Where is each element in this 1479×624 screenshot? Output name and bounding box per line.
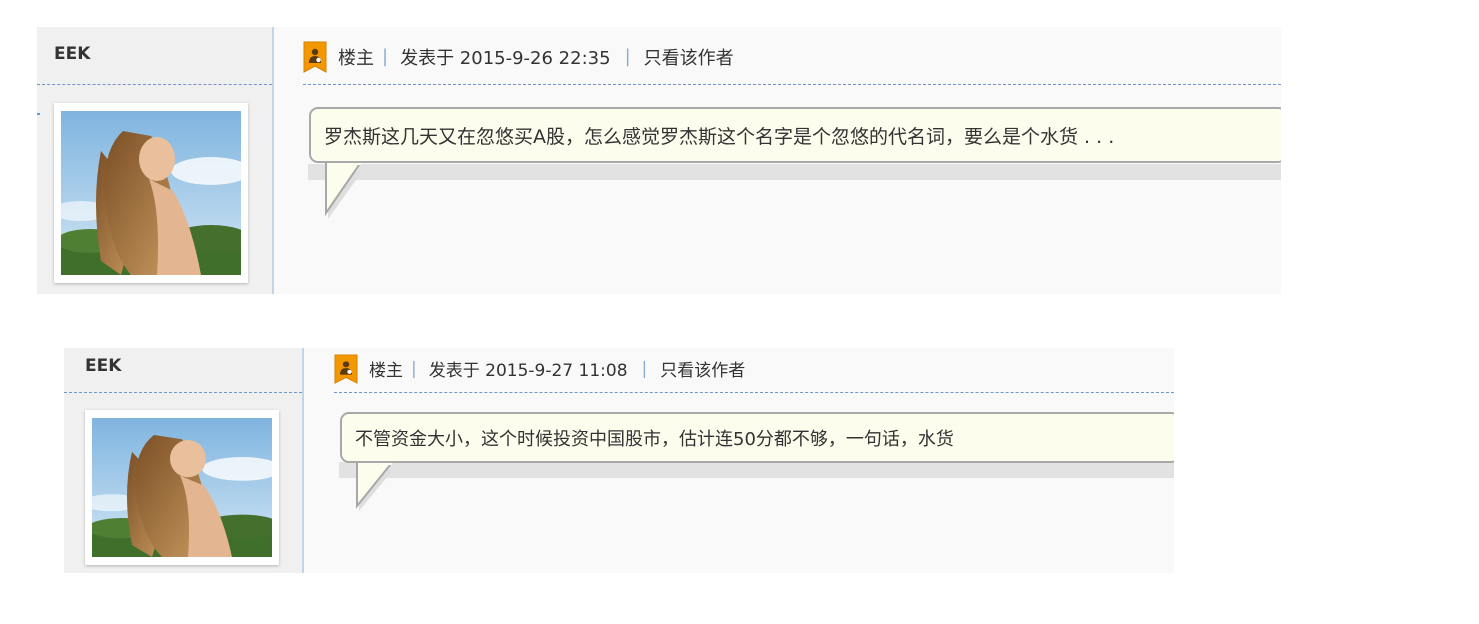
separator: | <box>624 46 631 67</box>
post-message: 不管资金大小，这个时候投资中国股市，估计连50分都不够，一句话，水货 <box>340 412 1174 463</box>
post-message: 罗杰斯这几天又在忽悠买A股，怎么感觉罗杰斯这个名字是个忽悠的代名词，要么是个水货… <box>309 107 1281 163</box>
post-meta: 楼主 | 发表于 2015-9-26 22:35 | 只看该作者 <box>303 40 734 73</box>
only-author-link[interactable]: 只看该作者 <box>644 44 734 70</box>
avatar-photo <box>61 111 241 275</box>
only-author-link[interactable]: 只看该作者 <box>660 356 745 381</box>
forum-post: EEK <box>64 348 1174 573</box>
forum-post: EEK <box>37 27 1281 294</box>
post-content: 楼主 | 发表于 2015-9-26 22:35 | 只看该作者 罗杰斯这几天又… <box>303 27 1281 294</box>
post-meta: 楼主 | 发表于 2015-9-27 11:08 | 只看该作者 <box>334 353 745 384</box>
author-panel: EEK <box>37 27 274 294</box>
separator: | <box>411 358 417 379</box>
thread-starter-icon <box>303 41 327 73</box>
avatar[interactable] <box>54 103 248 283</box>
post-time: 发表于 2015-9-26 22:35 <box>400 47 611 69</box>
bubble-tail <box>325 161 361 219</box>
divider <box>334 392 1174 393</box>
thread-starter-icon <box>334 353 358 384</box>
separator: | <box>382 46 389 67</box>
post-time: 发表于 2015-9-27 11:08 <box>428 361 628 381</box>
avatar[interactable] <box>85 410 279 565</box>
divider <box>64 392 302 393</box>
author-name[interactable]: EEK <box>54 44 90 64</box>
bubble-shadow <box>339 462 1174 478</box>
avatar-photo <box>92 418 272 557</box>
bubble-tail <box>356 461 392 511</box>
bubble-shadow <box>308 164 1281 180</box>
author-panel: EEK <box>64 348 304 573</box>
author-name[interactable]: EEK <box>85 356 121 376</box>
post-content: 楼主 | 发表于 2015-9-27 11:08 | 只看该作者 不管资金大小，… <box>334 348 1174 573</box>
role-label: 楼主 <box>369 361 403 381</box>
separator: | <box>641 358 648 379</box>
divider <box>303 84 1281 85</box>
role-label: 楼主 <box>338 47 374 69</box>
divider <box>37 113 40 115</box>
divider <box>37 84 272 85</box>
